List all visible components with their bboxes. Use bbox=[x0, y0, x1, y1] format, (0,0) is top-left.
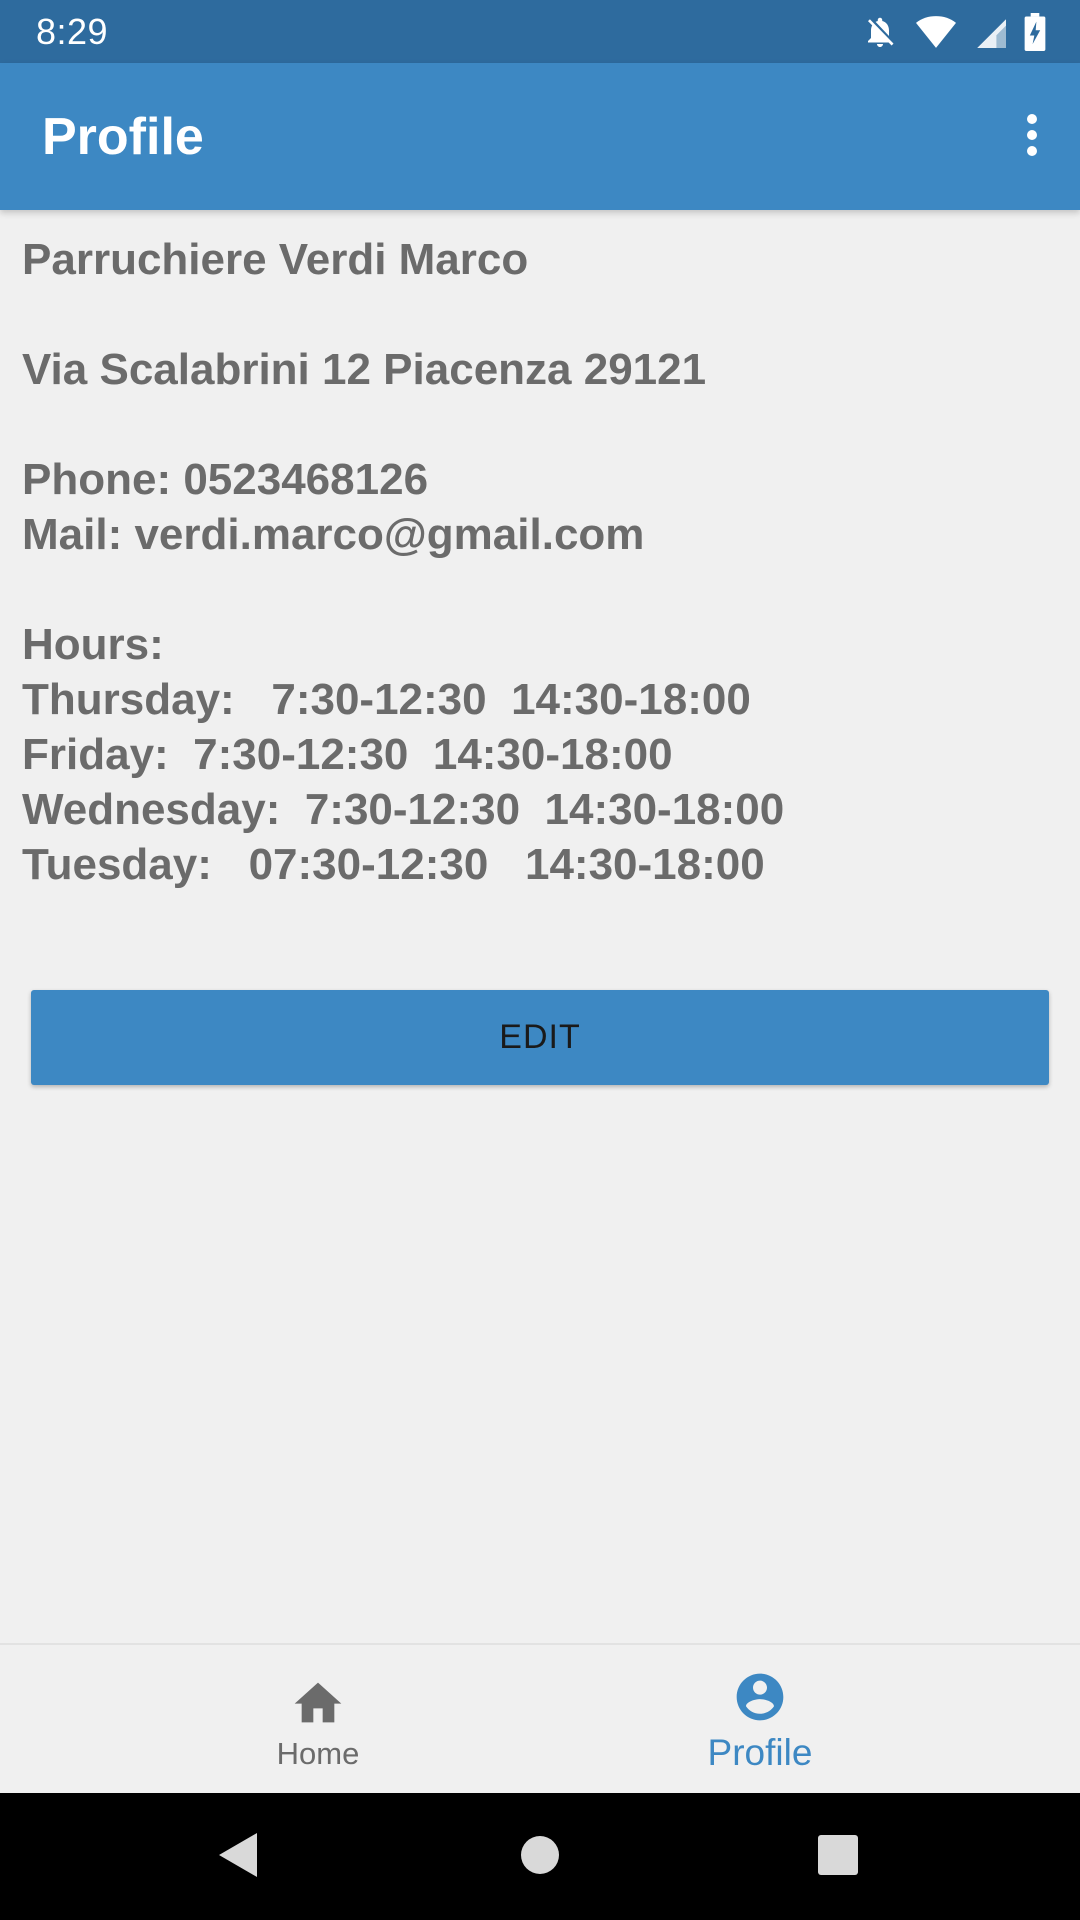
system-home-button[interactable] bbox=[510, 1827, 570, 1887]
profile-details: Parruchiere Verdi Marco Via Scalabrini 1… bbox=[22, 232, 1062, 892]
hours-row: Friday: 7:30-12:30 14:30-18:00 bbox=[22, 730, 673, 779]
recents-icon bbox=[817, 1834, 859, 1881]
business-phone: Phone: 0523468126 bbox=[22, 455, 429, 504]
hours-row: Wednesday: 7:30-12:30 14:30-18:00 bbox=[22, 785, 785, 834]
system-back-button[interactable] bbox=[208, 1827, 268, 1887]
back-icon bbox=[217, 1831, 259, 1884]
hours-label: Hours: bbox=[22, 620, 164, 669]
account-circle-icon bbox=[732, 1669, 788, 1730]
system-navigation-bar bbox=[0, 1793, 1080, 1920]
edit-button-label: EDIT bbox=[499, 1018, 581, 1056]
cell-signal-icon bbox=[974, 15, 1006, 49]
nav-item-profile[interactable]: Profile bbox=[490, 1645, 1030, 1795]
more-vert-icon bbox=[1025, 113, 1039, 162]
status-time: 8:29 bbox=[36, 11, 109, 52]
app-bar: Profile bbox=[0, 63, 1080, 210]
battery-charging-icon bbox=[1024, 13, 1046, 51]
profile-screen: 8:29 Profile Parruchiere Verdi Marco Via… bbox=[0, 0, 1080, 1920]
status-bar: 8:29 bbox=[0, 0, 1080, 63]
business-name: Parruchiere Verdi Marco bbox=[22, 235, 529, 284]
bottom-navigation: Home Profile bbox=[0, 1643, 1080, 1795]
home-circle-icon bbox=[520, 1835, 560, 1880]
wifi-icon bbox=[916, 15, 956, 49]
hours-row: Thursday: 7:30-12:30 14:30-18:00 bbox=[22, 675, 751, 724]
edit-button[interactable]: EDIT bbox=[31, 990, 1049, 1085]
status-icons bbox=[862, 12, 1046, 52]
notifications-off-icon bbox=[862, 14, 898, 50]
overflow-menu-button[interactable] bbox=[1002, 97, 1062, 177]
page-title: Profile bbox=[42, 108, 204, 166]
nav-label-profile: Profile bbox=[707, 1732, 813, 1773]
home-icon bbox=[290, 1675, 346, 1728]
hours-row: Tuesday: 07:30-12:30 14:30-18:00 bbox=[22, 840, 765, 889]
business-mail: Mail: verdi.marco@gmail.com bbox=[22, 510, 645, 559]
system-recents-button[interactable] bbox=[808, 1827, 868, 1887]
business-address: Via Scalabrini 12 Piacenza 29121 bbox=[22, 345, 707, 394]
